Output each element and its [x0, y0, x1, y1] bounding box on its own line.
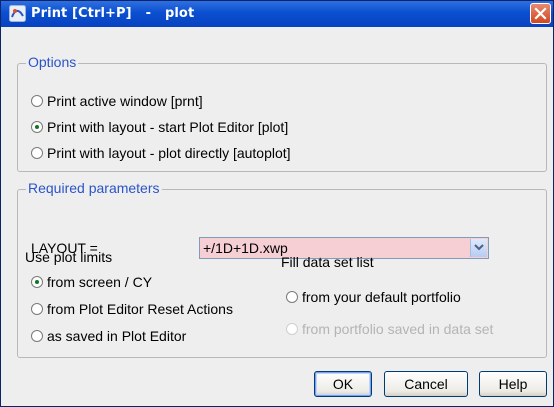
radio-print-active-window[interactable]	[31, 95, 43, 107]
print-dialog: Print [Ctrl+P] - plot Options Print acti…	[0, 0, 554, 407]
radio-saved-portfolio	[286, 323, 298, 335]
option-label: from portfolio saved in data set	[302, 321, 494, 337]
option-print-with-layout-autoplot[interactable]: Print with layout - plot directly [autop…	[31, 144, 291, 162]
chevron-down-icon	[474, 244, 484, 251]
fill-from-default-portfolio[interactable]: from your default portfolio	[286, 288, 461, 306]
fill-from-saved-portfolio: from portfolio saved in data set	[286, 320, 493, 338]
layout-value: +/1D+1D.xwp	[203, 240, 288, 256]
radio-as-saved[interactable]	[31, 330, 43, 342]
option-label: as saved in Plot Editor	[47, 328, 187, 344]
close-icon	[534, 7, 547, 20]
plot-limits-label: Use plot limits	[25, 249, 113, 265]
radio-from-reset-actions[interactable]	[31, 303, 43, 315]
title-bar[interactable]: Print [Ctrl+P] - plot	[1, 1, 553, 27]
plot-limit-as-saved[interactable]: as saved in Plot Editor	[31, 327, 186, 345]
option-label: from Plot Editor Reset Actions	[47, 301, 233, 317]
option-label: Print active window [prnt]	[47, 93, 203, 109]
required-parameters-legend: Required parameters	[26, 180, 162, 196]
option-print-active-window[interactable]: Print active window [prnt]	[31, 92, 203, 110]
help-button[interactable]: Help	[479, 371, 547, 397]
app-icon	[9, 5, 26, 22]
option-label: Print with layout - plot directly [autop…	[47, 145, 291, 161]
radio-default-portfolio[interactable]	[286, 291, 298, 303]
radio-print-with-layout-autoplot[interactable]	[31, 147, 43, 159]
option-print-with-layout-plot[interactable]: Print with layout - start Plot Editor [p…	[31, 118, 288, 136]
option-label: Print with layout - start Plot Editor [p…	[47, 119, 289, 135]
layout-dropdown-button[interactable]	[470, 239, 487, 257]
option-label: from your default portfolio	[302, 289, 461, 305]
plot-limit-from-reset-actions[interactable]: from Plot Editor Reset Actions	[31, 300, 233, 318]
options-legend: Options	[26, 54, 79, 70]
radio-from-screen[interactable]	[31, 276, 43, 288]
fill-data-set-label: Fill data set list	[281, 254, 374, 270]
close-button[interactable]	[530, 3, 551, 24]
cancel-button[interactable]: Cancel	[384, 371, 468, 397]
option-label: from screen / CY	[47, 274, 153, 290]
plot-limit-from-screen[interactable]: from screen / CY	[31, 273, 152, 291]
window-title: Print [Ctrl+P] - plot	[31, 6, 195, 21]
radio-print-with-layout-plot[interactable]	[31, 121, 43, 133]
ok-button[interactable]: OK	[314, 371, 372, 397]
